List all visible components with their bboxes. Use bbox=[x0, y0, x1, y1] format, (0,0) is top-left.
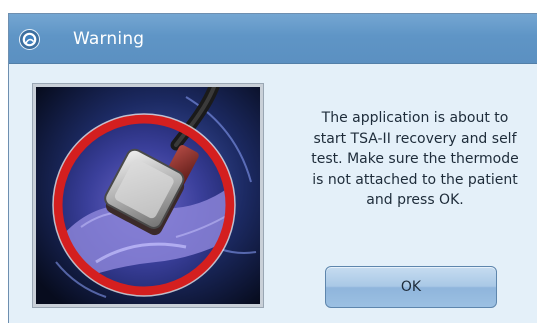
title-bar[interactable]: Warning bbox=[9, 14, 537, 64]
app-logo-icon bbox=[19, 29, 40, 50]
message-line: test. Make sure the thermode bbox=[311, 151, 519, 167]
message-line: The application is about to bbox=[321, 110, 509, 126]
message-line: is not attached to the patient bbox=[312, 171, 518, 188]
warning-dialog: Warning The application is about to star… bbox=[8, 13, 537, 323]
message-line: and press OK. bbox=[366, 192, 464, 208]
window-title: Warning bbox=[73, 29, 145, 49]
ok-button[interactable]: OK bbox=[325, 266, 497, 308]
thermode-illustration bbox=[32, 83, 264, 308]
message-line: start TSA-II recovery and self bbox=[313, 130, 517, 147]
thermode-on-hand-image bbox=[36, 87, 260, 304]
warning-message: The application is about to start TSA-II… bbox=[292, 108, 537, 211]
